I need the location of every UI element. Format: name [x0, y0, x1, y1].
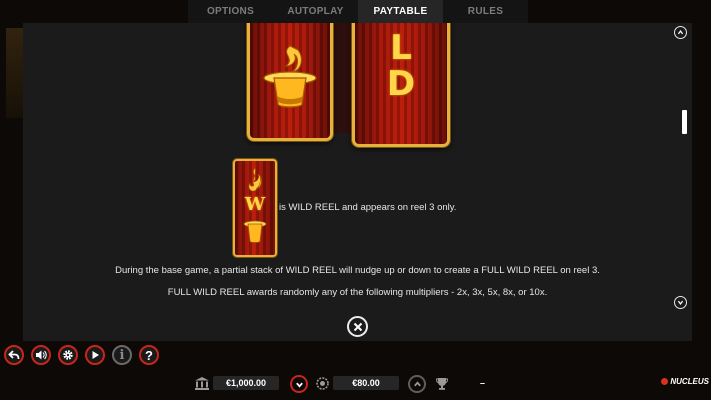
scrollbar-thumb[interactable] [682, 110, 687, 134]
bank-icon [195, 377, 209, 390]
sound-button[interactable] [31, 345, 51, 365]
close-button[interactable] [347, 316, 368, 337]
play-icon [92, 351, 99, 359]
info-button[interactable]: i [112, 345, 132, 365]
brand-name: NUCLEUS [670, 377, 709, 386]
settings-button[interactable] [58, 345, 78, 365]
settings-gear-icon [63, 350, 73, 360]
chevron-up-icon [413, 380, 421, 386]
tab-autoplay[interactable]: AUTOPLAY [273, 0, 358, 23]
trophy-icon [436, 378, 448, 390]
small-wild-letter: W [244, 194, 266, 215]
help-icon: ? [145, 347, 153, 363]
wild-letter-l: L [390, 28, 412, 68]
brand-logo: NUCLEUS [661, 377, 709, 386]
wild-letter-d: D [386, 64, 416, 104]
magic-hat-icon [263, 45, 317, 108]
balance-display: €1,000.00 [213, 376, 279, 390]
wild-reel-description: is WILD REEL and appears on reel 3 only. [279, 202, 457, 213]
tab-rules[interactable]: RULES [443, 0, 528, 23]
multipliers-description: FULL WILD REEL awards randomly any of th… [167, 287, 548, 298]
scroll-up-button[interactable] [674, 26, 687, 39]
paytable-panel: L D W is WILD REEL and appears on reel 3… [23, 23, 692, 341]
coins-icon [316, 377, 329, 390]
close-icon [353, 322, 362, 331]
tab-paytable[interactable]: PAYTABLE [358, 0, 443, 23]
flame-icon [248, 167, 262, 192]
bet-display: €80.00 [333, 376, 399, 390]
back-arrow-icon [8, 350, 20, 360]
chevron-down-icon [677, 300, 684, 305]
win-display: – [480, 378, 486, 388]
small-wild-reel-card: W [233, 159, 277, 257]
back-button[interactable] [4, 345, 24, 365]
magic-hat-icon [243, 220, 267, 243]
brand-logo-icon [661, 378, 669, 385]
base-game-description: During the base game, a partial stack of… [115, 265, 600, 276]
autoplay-button[interactable] [85, 345, 105, 365]
info-icon: i [119, 347, 125, 363]
sound-icon [36, 350, 47, 360]
bet-decrease-button[interactable] [290, 375, 308, 393]
background-logo [6, 28, 24, 118]
bet-increase-button[interactable] [408, 375, 426, 393]
chevron-up-icon [677, 30, 684, 35]
help-button[interactable]: ? [139, 345, 159, 365]
tab-options[interactable]: OPTIONS [188, 0, 273, 23]
wild-reel-card: L D [352, 23, 450, 147]
menu-tabs: OPTIONS AUTOPLAY PAYTABLE RULES [188, 0, 528, 23]
scroll-down-button[interactable] [674, 296, 687, 309]
bottom-bar: €1,000.00 €80.00 – NUCLEUS [0, 369, 711, 400]
chevron-down-icon [295, 382, 303, 388]
hat-symbol-card [247, 23, 333, 141]
